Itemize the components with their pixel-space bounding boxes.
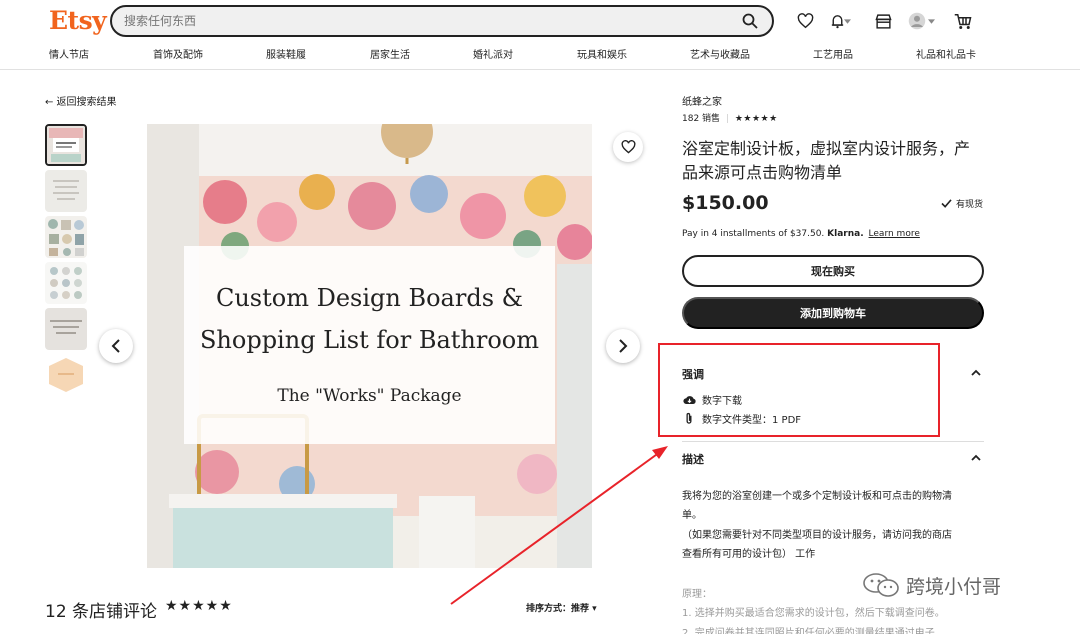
category-link[interactable]: 婚礼派对 xyxy=(473,46,513,61)
category-link[interactable]: 艺术与收藏品 xyxy=(690,46,750,61)
sales-count: 182 销售 xyxy=(682,114,721,124)
shop-name-link[interactable]: 纸蜂之家 xyxy=(682,93,722,108)
highlight-text: 数字下载 xyxy=(702,396,742,407)
shop-store-icon[interactable] xyxy=(872,10,894,32)
category-link[interactable]: 首饰及配饰 xyxy=(153,46,203,61)
prev-image-button[interactable] xyxy=(99,329,133,363)
watermark: 跨境小付哥 xyxy=(862,568,1062,602)
category-link[interactable]: 服装鞋履 xyxy=(266,46,306,61)
highlight-text: 数字文件类型：1 PDF xyxy=(702,415,802,426)
sales-rating-row: 182 销售 | ★★★★★ xyxy=(682,114,778,124)
category-link[interactable]: 居家生活 xyxy=(370,46,410,61)
product-price: $150.00 xyxy=(682,192,769,214)
checkmark-icon xyxy=(941,199,952,208)
thumbnail-image[interactable] xyxy=(45,308,87,350)
overlay-title-line2: Shopping List for Bathroom xyxy=(199,326,539,354)
thumbnail-image[interactable] xyxy=(45,262,87,304)
bell-dropdown-chevron-icon[interactable] xyxy=(842,10,852,32)
back-to-search-link[interactable]: ← 返回搜索结果 xyxy=(45,93,117,108)
sort-dropdown[interactable]: 排序方式：推荐 ▾ xyxy=(526,601,597,614)
stock-text: 有现货 xyxy=(956,200,984,210)
shop-reviews-heading: 12 条店铺评论 xyxy=(45,602,158,622)
category-link[interactable]: 礼品和礼品卡 xyxy=(916,46,976,61)
reviews-star-rating: ★★★★★ xyxy=(165,598,233,614)
chevron-up-icon[interactable] xyxy=(970,367,982,379)
description-line: 原理： xyxy=(682,589,712,600)
thumbnail-image[interactable] xyxy=(45,170,87,212)
category-link[interactable]: 情人节店 xyxy=(49,46,89,61)
favorites-heart-icon[interactable] xyxy=(794,10,816,32)
category-link[interactable]: 工艺用品 xyxy=(813,46,853,61)
paperclip-icon xyxy=(686,412,692,424)
search-input[interactable] xyxy=(124,12,724,30)
klarna-label: Klarna. xyxy=(827,229,864,239)
description-line: 1. 选择并购买最适合您需求的设计包，然后下载调查问卷。 xyxy=(682,608,945,619)
account-avatar-icon[interactable] xyxy=(906,10,928,32)
thumbnail-image[interactable] xyxy=(45,124,87,166)
image-overlay-card: Custom Design Boards & Shopping List for… xyxy=(184,246,555,444)
description-heading[interactable]: 描述 xyxy=(682,451,704,467)
account-dropdown-chevron-icon[interactable] xyxy=(926,10,936,32)
shop-star-rating[interactable]: ★★★★★ xyxy=(735,114,778,124)
search-icon[interactable] xyxy=(742,13,758,29)
main-product-image[interactable]: Custom Design Boards & Shopping List for… xyxy=(147,124,592,568)
overlay-subtitle: The "Works" Package xyxy=(277,386,462,406)
product-title: 浴室定制设计板，虚拟室内设计服务，产品来源可点击购物清单 xyxy=(682,139,971,182)
highlight-file-type: 数字文件类型：1 PDF xyxy=(682,411,801,426)
add-to-favorites-button[interactable] xyxy=(613,132,643,162)
cloud-download-icon xyxy=(682,396,696,404)
description-line: 单。 xyxy=(682,510,702,521)
description-line: 查看所有可用的设计包） 工作 xyxy=(682,549,816,560)
thumbnail-image[interactable] xyxy=(45,354,87,396)
header: Etsy 情人节店 首饰及配饰 服装鞋履 居家生活 婚礼派对 玩 xyxy=(0,0,1080,70)
watermark-text: 跨境小付哥 xyxy=(906,575,1002,598)
overlay-title-line1: Custom Design Boards & xyxy=(215,284,524,312)
cart-icon[interactable] xyxy=(952,10,974,32)
category-link[interactable]: 玩具和娱乐 xyxy=(577,46,627,61)
search-bar[interactable] xyxy=(110,5,774,37)
highlight-digital-download: 数字下载 xyxy=(682,392,742,407)
heart-icon xyxy=(621,140,635,154)
buy-now-button[interactable]: 现在购买 xyxy=(682,255,984,287)
section-divider xyxy=(682,441,984,442)
learn-more-link[interactable]: Learn more xyxy=(869,229,920,239)
in-stock-label: 有现货 xyxy=(941,197,983,210)
category-nav: 情人节店 首饰及配饰 服装鞋履 居家生活 婚礼派对 玩具和娱乐 艺术与收藏品 工… xyxy=(0,46,1080,64)
chevron-left-icon xyxy=(111,339,120,353)
thumbnail-image[interactable] xyxy=(45,216,87,258)
highlights-heading[interactable]: 强调 xyxy=(682,366,704,382)
add-to-cart-button[interactable]: 添加到购物车 xyxy=(682,297,984,329)
description-line: （如果您需要针对不同类型项目的设计服务，请访问我的商店 xyxy=(682,530,952,541)
chevron-right-icon xyxy=(619,339,628,353)
description-line: 2. 完成问卷并其连同照片和任何必要的测量结果通过电子 xyxy=(682,628,935,634)
description-line: 我将为您的浴室创建一个或多个定制设计板和可点击的购物清 xyxy=(682,491,952,502)
etsy-logo[interactable]: Etsy xyxy=(49,6,107,35)
installments-text: Pay in 4 installments of $37.50. xyxy=(682,229,825,239)
next-image-button[interactable] xyxy=(606,329,640,363)
chevron-up-icon[interactable] xyxy=(970,452,982,464)
wechat-logo-icon xyxy=(863,573,899,597)
installments-info: Pay in 4 installments of $37.50. Klarna.… xyxy=(682,229,920,239)
